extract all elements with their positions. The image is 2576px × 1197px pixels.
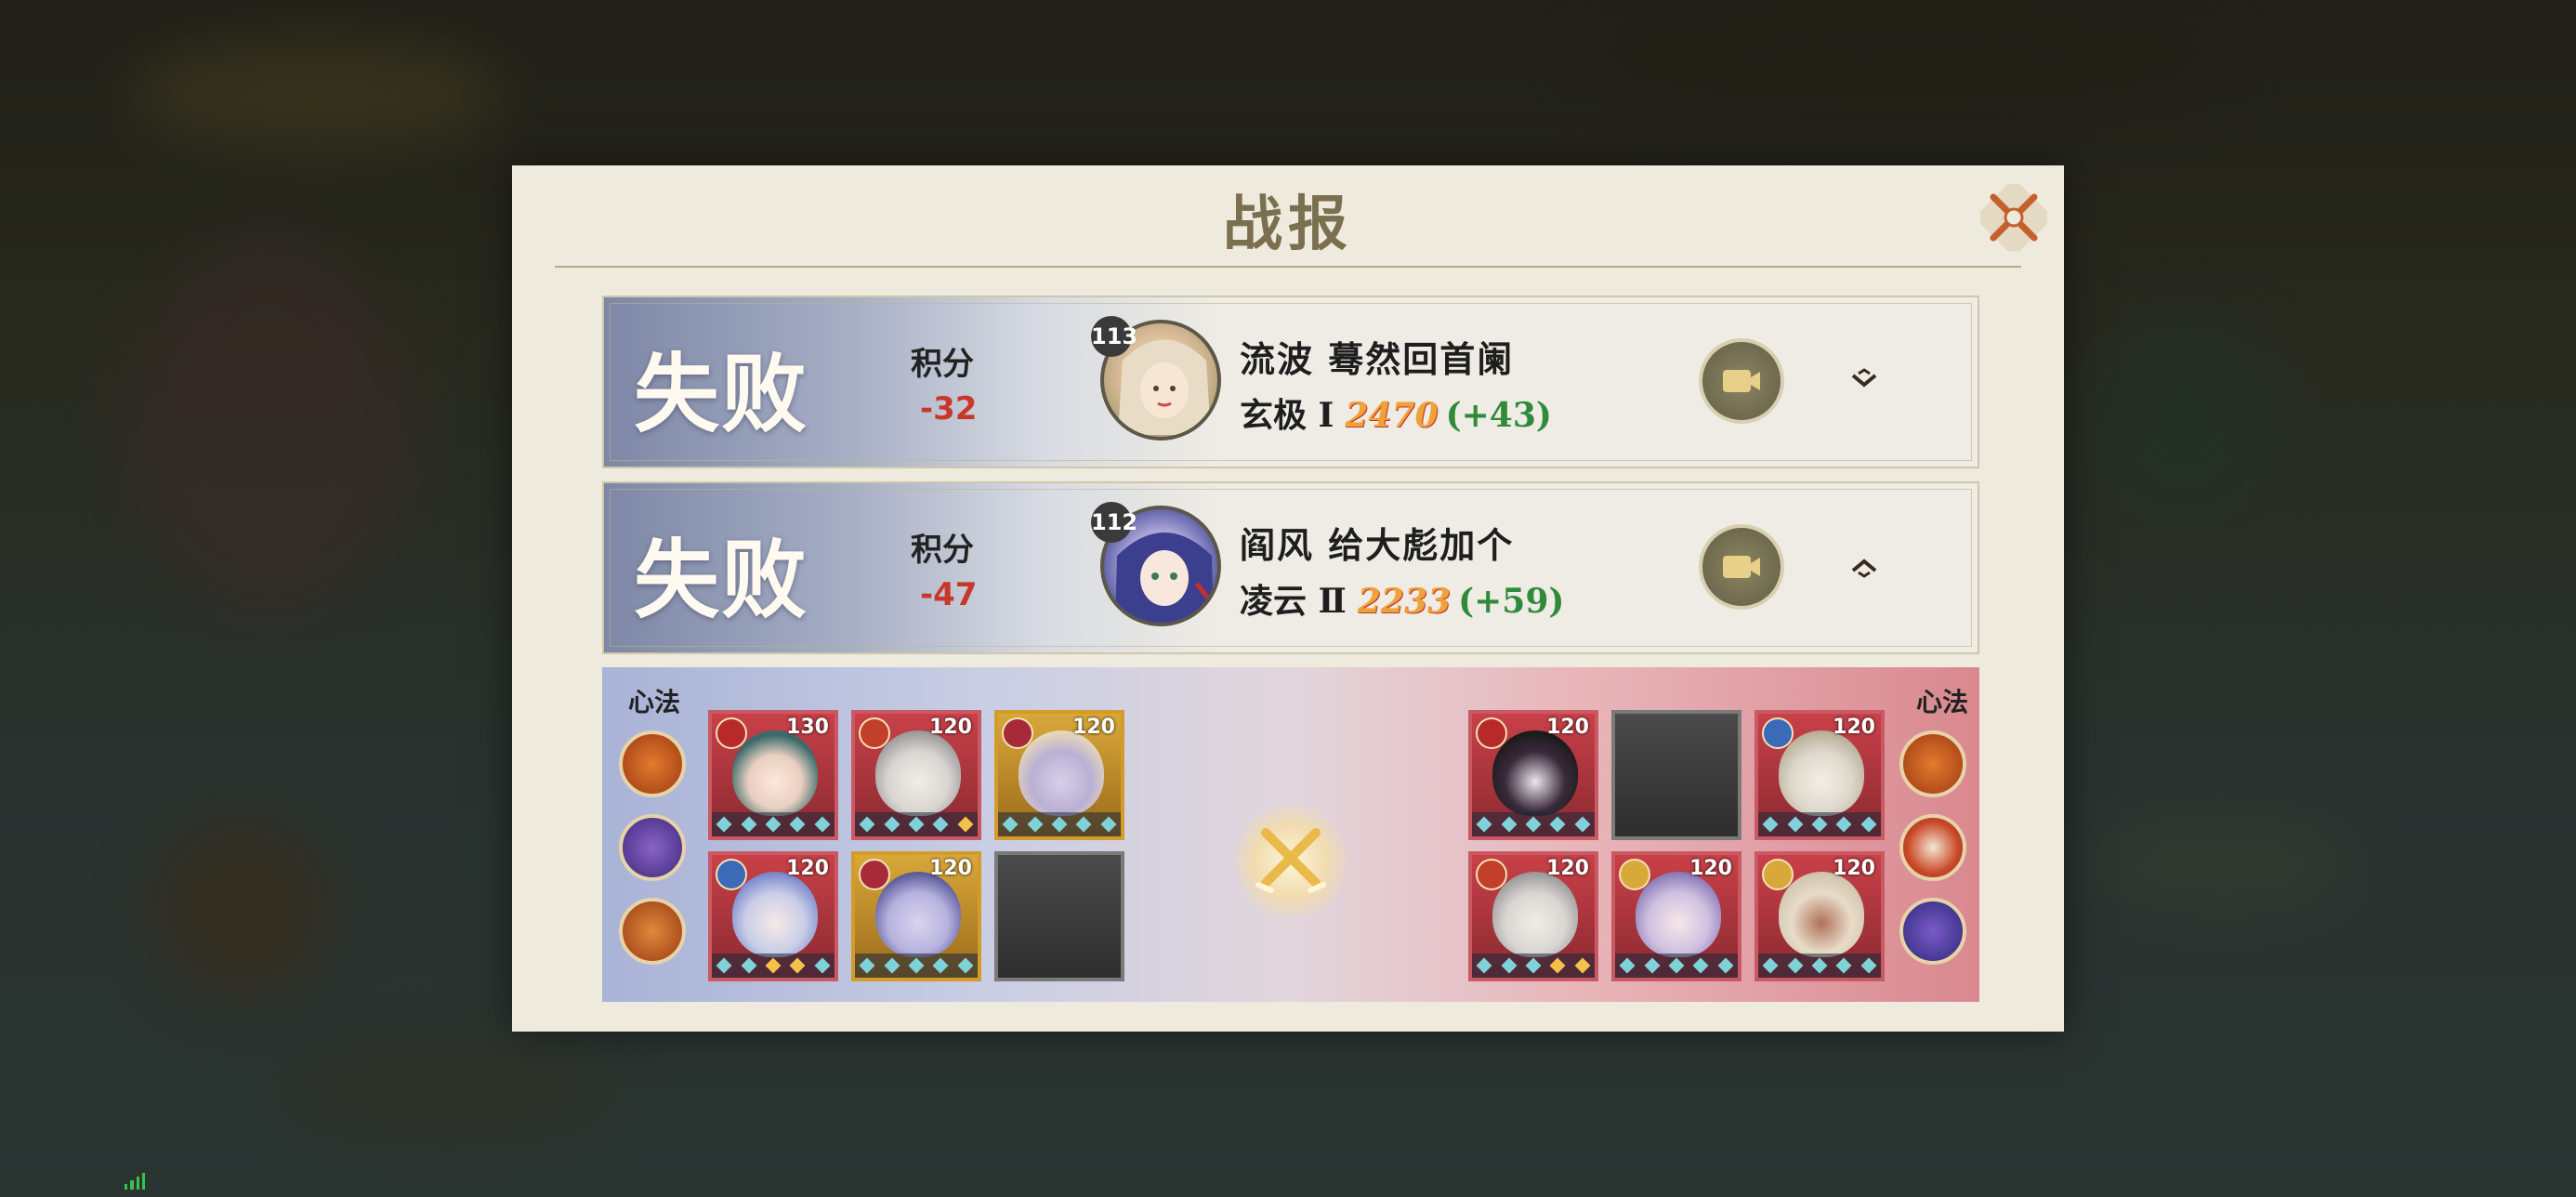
- replay-button[interactable]: [1699, 524, 1784, 610]
- opponent-name: 阎风 给大彪加个: [1240, 524, 1515, 566]
- vs-emblem: [1234, 805, 1347, 918]
- result-label: 失败: [634, 530, 809, 630]
- hero-card[interactable]: 120: [1611, 851, 1741, 981]
- hero-card[interactable]: 120: [1755, 710, 1885, 840]
- opponent-name: 流波 蓦然回首阑: [1240, 338, 1515, 380]
- opponent-level-badge: 112: [1091, 502, 1137, 543]
- hero-level: 120: [1546, 857, 1589, 880]
- video-camera-icon: [1723, 556, 1760, 578]
- score-label: 积分: [911, 532, 974, 569]
- crossed-swords-icon: [1255, 828, 1326, 893]
- close-x-icon: [1977, 180, 2051, 255]
- hero-level: 120: [1833, 857, 1875, 880]
- hero-card[interactable]: 120: [1468, 851, 1598, 981]
- xinfa-wolf-icon[interactable]: [619, 730, 686, 797]
- hero-card[interactable]: 130: [708, 710, 838, 840]
- replay-button[interactable]: [1699, 338, 1784, 424]
- hero-card[interactable]: 120: [1468, 710, 1598, 840]
- chevron-up-icon: [1851, 559, 1877, 578]
- hero-level: 120: [929, 857, 972, 880]
- rank-line: 玄极 Ⅰ 2470 (+43): [1240, 388, 1552, 437]
- hero-level: 120: [1546, 716, 1589, 739]
- xinfa-crane-icon[interactable]: [619, 814, 686, 881]
- left-xinfa-label: 心法: [628, 687, 681, 717]
- hero-card[interactable]: 120: [1755, 851, 1885, 981]
- empty-hero-slot[interactable]: [1611, 710, 1741, 840]
- title-divider: [555, 266, 2021, 268]
- battle-detail-panel: 心法 心法 130 120 120 120 120 120 120 120 12…: [602, 667, 1979, 1002]
- battle-record-1[interactable]: 失败 积分 -32 113 流波 蓦然回首阑 玄极 Ⅰ 2470 (+43): [602, 296, 1979, 468]
- battle-report-dialog: 战报 失败 积分 -32 113 流波 蓦然回首阑 玄极 Ⅰ 2470 (+43): [512, 165, 2064, 1032]
- hero-level: 130: [786, 716, 829, 739]
- rank-gain: (+59): [1458, 582, 1565, 621]
- rank-gain: (+43): [1445, 396, 1552, 435]
- score-delta: -47: [920, 576, 978, 613]
- empty-hero-slot[interactable]: [994, 851, 1124, 981]
- xinfa-wolf-icon[interactable]: [1899, 730, 1966, 797]
- rank-line: 凌云 Ⅱ 2233 (+59): [1240, 574, 1564, 623]
- score-label: 积分: [911, 346, 974, 383]
- hero-level: 120: [929, 716, 972, 739]
- hero-level: 120: [1833, 716, 1875, 739]
- hero-level: 120: [1689, 857, 1732, 880]
- rank-points: 2470: [1345, 396, 1439, 435]
- rank-tier: 凌云 Ⅱ: [1240, 582, 1347, 621]
- signal-strength-icon: [125, 1173, 145, 1190]
- hero-level: 120: [1072, 716, 1115, 739]
- xinfa-beast-icon[interactable]: [1899, 814, 1966, 881]
- rank-tier: 玄极 Ⅰ: [1240, 396, 1334, 435]
- hero-card[interactable]: 120: [708, 851, 838, 981]
- rank-points: 2233: [1357, 582, 1452, 621]
- hero-card[interactable]: 120: [851, 851, 981, 981]
- hero-card[interactable]: 120: [851, 710, 981, 840]
- opponent-level-badge: 113: [1091, 316, 1137, 357]
- xinfa-beast-icon[interactable]: [619, 898, 686, 965]
- xinfa-serpent-icon[interactable]: [1899, 898, 1966, 965]
- hero-card[interactable]: 120: [994, 710, 1124, 840]
- chevron-down-icon: [1851, 368, 1877, 388]
- score-delta: -32: [920, 390, 978, 428]
- result-label: 失败: [634, 344, 809, 444]
- expand-toggle[interactable]: [1846, 361, 1883, 398]
- dialog-title: 战报: [1223, 190, 1353, 259]
- collapse-toggle[interactable]: [1846, 546, 1883, 584]
- video-camera-icon: [1723, 370, 1760, 392]
- hero-level: 120: [786, 857, 829, 880]
- battle-record-2[interactable]: 失败 积分 -47 112 阎风 给大彪加个 凌云 Ⅱ 2233 (+59): [602, 481, 1979, 654]
- right-xinfa-label: 心法: [1915, 687, 1968, 717]
- close-button[interactable]: [1977, 180, 2051, 255]
